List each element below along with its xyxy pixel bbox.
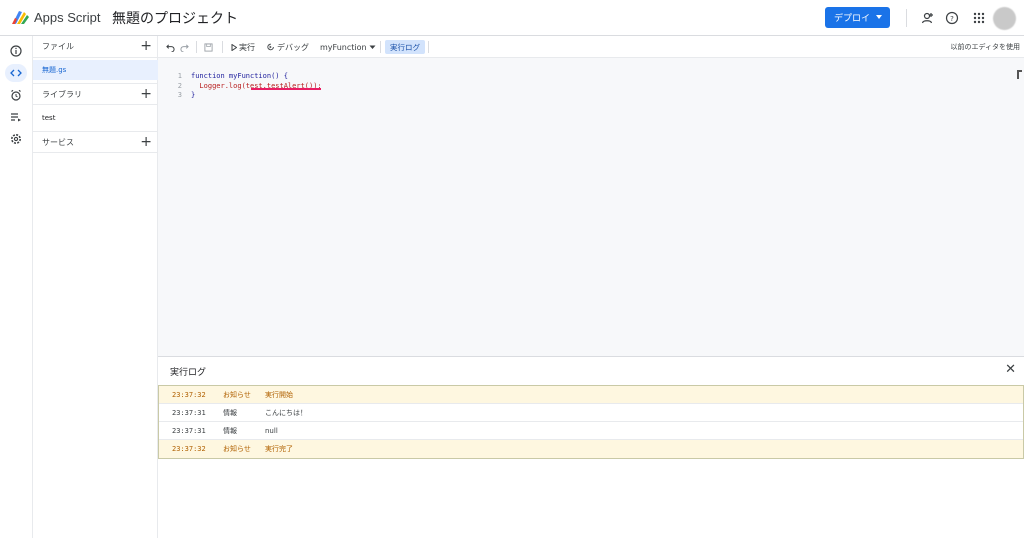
left-nav-rail <box>0 36 33 538</box>
file-item-label: 無題.gs <box>42 66 67 74</box>
log-time: 23:37:32 <box>172 390 206 399</box>
error-underline <box>251 88 321 90</box>
toolbar-divider <box>428 41 429 53</box>
divider <box>906 9 907 27</box>
undo-icon[interactable] <box>166 40 175 54</box>
play-icon <box>231 43 237 51</box>
line-numbers: 1 2 3 <box>172 72 182 101</box>
execution-log-panel: 実行ログ ✕ 23:37:32 お知らせ 実行開始 23:37:31 情報 こん… <box>158 356 1024 538</box>
add-library-plus-icon[interactable]: + <box>140 87 152 101</box>
log-time: 23:37:31 <box>172 426 206 435</box>
debug-button[interactable]: デバッグ <box>267 40 309 54</box>
line-number: 1 <box>177 72 182 80</box>
file-sidebar: ファイル + 無題.gs ライブラリ + test サービス + <box>33 36 158 538</box>
library-item-label: test <box>42 114 56 122</box>
execution-log-button[interactable]: 実行ログ <box>385 40 425 54</box>
log-row: 23:37:31 情報 こんにちは！ <box>159 404 1023 422</box>
log-message: こんにちは！ <box>265 408 307 417</box>
top-bar: Apps Script 無題のプロジェクト デプロイ ? <box>0 0 1024 36</box>
files-section-header: ファイル + <box>33 36 158 58</box>
avatar[interactable] <box>993 7 1016 30</box>
run-button-label: 実行 <box>239 42 255 52</box>
log-level: 情報 <box>223 408 237 417</box>
log-row: 23:37:32 お知らせ 実行完了 <box>159 440 1023 458</box>
save-icon[interactable] <box>204 40 213 54</box>
caret-down-icon <box>369 45 376 49</box>
apps-script-logo-icon[interactable] <box>11 9 31 25</box>
file-item[interactable]: 無題.gs <box>33 60 158 80</box>
toolbar-divider <box>380 41 381 53</box>
log-row: 23:37:31 情報 null <box>159 422 1023 440</box>
services-section-header: サービス + <box>33 131 158 153</box>
log-time: 23:37:31 <box>172 408 206 417</box>
add-file-plus-icon[interactable]: + <box>140 39 152 53</box>
libraries-section-label: ライブラリ <box>42 89 82 99</box>
editor-toolbar: 実行 デバッグ myFunction 実行ログ 以前のエディタを使用 <box>158 36 1024 58</box>
toolbar-divider <box>222 41 223 53</box>
code-editor[interactable]: 1 2 3 function myFunction() { Logger.log… <box>158 58 1024 356</box>
log-message: null <box>265 426 278 435</box>
editor-code-icon[interactable] <box>5 64 27 82</box>
files-section-label: ファイル <box>42 42 74 51</box>
scrollbar-marker[interactable] <box>1017 70 1022 79</box>
library-item[interactable]: test <box>33 108 158 128</box>
log-time: 23:37:32 <box>172 445 206 453</box>
debug-button-label: デバッグ <box>277 42 309 52</box>
toolbar-divider <box>196 41 197 53</box>
add-person-icon[interactable] <box>919 10 935 26</box>
code-line[interactable]: } <box>191 91 322 101</box>
add-service-plus-icon[interactable]: + <box>140 135 152 149</box>
execution-log-title: 実行ログ <box>170 368 207 378</box>
services-section-label: サービス <box>42 137 74 147</box>
log-row: 23:37:32 お知らせ 実行開始 <box>159 386 1023 404</box>
log-level: 情報 <box>223 426 237 435</box>
overview-icon[interactable] <box>5 42 27 60</box>
libraries-section-header: ライブラリ + <box>33 83 158 105</box>
function-select-value: myFunction <box>320 42 367 52</box>
code-line[interactable]: function myFunction() { <box>191 72 322 82</box>
debug-icon <box>267 43 274 51</box>
triggers-alarm-icon[interactable] <box>5 86 27 104</box>
run-button[interactable]: 実行 <box>231 40 255 54</box>
code-lines[interactable]: function myFunction() { Logger.log(test.… <box>191 72 322 101</box>
close-icon[interactable]: ✕ <box>1005 363 1016 376</box>
log-message: 実行開始 <box>265 390 293 399</box>
executions-list-icon[interactable] <box>5 108 27 126</box>
app-name[interactable]: Apps Script <box>34 10 100 25</box>
settings-gear-icon[interactable] <box>5 130 27 148</box>
help-icon[interactable]: ? <box>944 10 960 26</box>
log-message: 実行完了 <box>265 445 293 453</box>
deploy-button-label: デプロイ <box>834 14 871 24</box>
log-table: 23:37:32 お知らせ 実行開始 23:37:31 情報 こんにちは！ 23… <box>158 385 1024 459</box>
apps-grid-icon[interactable] <box>971 10 987 26</box>
svg-text:?: ? <box>950 15 954 23</box>
chevron-down-icon <box>876 15 882 19</box>
deploy-button[interactable]: デプロイ <box>825 7 890 28</box>
line-number: 2 <box>177 81 182 90</box>
redo-icon[interactable] <box>180 40 189 54</box>
log-level: お知らせ <box>223 445 251 453</box>
function-select[interactable]: myFunction <box>320 40 376 54</box>
use-legacy-editor-link[interactable]: 以前のエディタを使用 <box>950 42 1020 52</box>
log-level: お知らせ <box>223 390 251 399</box>
line-number: 3 <box>177 91 182 99</box>
project-title[interactable]: 無題のプロジェクト <box>112 8 238 28</box>
